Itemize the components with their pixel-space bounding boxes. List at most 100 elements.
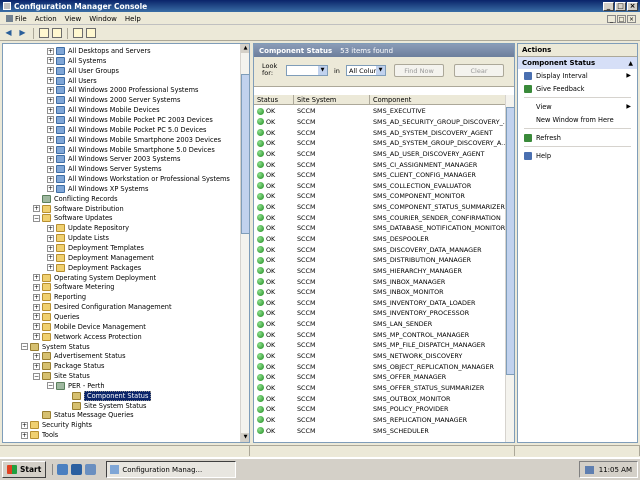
tree-scrollbar[interactable]: ▲ ▼ [240, 44, 249, 442]
action-item[interactable]: Display Interval ▶ [518, 69, 637, 82]
expand-icon[interactable]: + [47, 47, 54, 55]
close-button[interactable]: × [627, 1, 638, 11]
expand-icon[interactable]: + [33, 303, 40, 311]
table-row[interactable]: OK SCCM SMS_INBOX_MONITOR [254, 287, 506, 298]
tree-item[interactable]: + All Windows Mobile Smartphone 2003 Devi… [47, 135, 221, 145]
expand-icon[interactable]: + [47, 96, 54, 104]
tree-item[interactable]: + Queries [33, 312, 79, 322]
table-row[interactable]: OK SCCM SMS_OFFER_MANAGER [254, 372, 506, 383]
tree-item[interactable]: + Security Rights [21, 420, 92, 430]
table-row[interactable]: OK SCCM SMS_MP_FILE_DISPATCH_MANAGER [254, 340, 506, 351]
table-row[interactable]: OK SCCM SMS_AD_SYSTEM_GROUP_DISCOVERY_A... [254, 138, 506, 149]
menu-file[interactable]: File [2, 15, 31, 23]
show-hide-tree-icon[interactable] [52, 28, 62, 38]
table-row[interactable]: OK SCCM SMS_COURIER_SENDER_CONFIRMATION [254, 212, 506, 223]
tree-item[interactable]: + Software Distribution [33, 204, 124, 214]
scroll-up-arrow-icon[interactable]: ▲ [241, 44, 249, 53]
properties-icon[interactable] [73, 28, 83, 38]
collapse-icon[interactable]: − [33, 214, 40, 222]
table-row[interactable]: OK SCCM SMS_LAN_SENDER [254, 319, 506, 330]
table-row[interactable]: OK SCCM SMS_CI_ASSIGNMENT_MANAGER [254, 159, 506, 170]
internet-explorer-icon[interactable] [71, 464, 83, 475]
table-row[interactable]: OK SCCM SMS_MP_CONTROL_MANAGER [254, 329, 506, 340]
mdi-close-button[interactable]: × [627, 14, 636, 23]
tree-item[interactable]: + All Windows Mobile Pocket PC 5.0 Device… [47, 125, 207, 135]
mdi-minimize-button[interactable]: _ [607, 14, 616, 23]
chevron-down-icon[interactable]: ▼ [376, 66, 385, 75]
expand-icon[interactable]: + [33, 313, 40, 321]
tree-scroll-thumb[interactable] [241, 74, 249, 234]
server-manager-icon[interactable] [85, 464, 97, 475]
expand-icon[interactable]: + [47, 136, 54, 144]
expand-icon[interactable]: + [47, 67, 54, 75]
collapse-icon[interactable]: − [47, 382, 54, 390]
expand-icon[interactable]: + [47, 57, 54, 65]
tree-item[interactable]: Conflicting Records [33, 194, 118, 204]
expand-icon[interactable]: + [47, 244, 54, 252]
tree-item[interactable]: + Tools [21, 430, 58, 440]
expand-icon[interactable]: + [21, 431, 28, 439]
collapse-arrow-icon[interactable]: ▲ [628, 60, 633, 67]
table-row[interactable]: OK SCCM SMS_COLLECTION_EVALUATOR [254, 180, 506, 191]
tree-item[interactable]: + All User Groups [47, 66, 119, 76]
table-row[interactable]: OK SCCM SMS_INVENTORY_DATA_LOADER [254, 298, 506, 309]
tree-item[interactable]: + All Windows XP Systems [47, 184, 148, 194]
column-header-site-system[interactable]: Site System [294, 95, 370, 104]
clear-button[interactable]: Clear [454, 64, 504, 77]
table-row[interactable]: OK SCCM SMS_DESPOOLER [254, 234, 506, 245]
table-row[interactable]: OK SCCM SMS_COMPONENT_STATUS_SUMMARIZER [254, 202, 506, 213]
tree-item[interactable]: + All Desktops and Servers [47, 46, 151, 56]
start-button[interactable]: Start [2, 461, 47, 478]
action-item[interactable]: Give Feedback [518, 82, 637, 95]
expand-icon[interactable]: + [33, 352, 40, 360]
tree-item[interactable]: + All Systems [47, 56, 106, 66]
expand-icon[interactable]: + [33, 205, 40, 213]
tree-item[interactable]: + Deployment Packages [47, 263, 141, 273]
tree-item[interactable]: + Package Status [33, 361, 104, 371]
collapse-icon[interactable]: − [33, 372, 40, 380]
tree-item[interactable]: Status Message Queries [33, 410, 134, 420]
expand-icon[interactable]: + [47, 175, 54, 183]
tree-item[interactable]: + Mobile Device Management [33, 322, 146, 332]
tree-item[interactable]: + Operating System Deployment [33, 273, 156, 283]
grid-scrollbar[interactable] [505, 95, 514, 442]
menu-window[interactable]: Window [85, 15, 121, 23]
tree-item[interactable]: − Software Updates [33, 213, 112, 223]
expand-icon[interactable]: + [47, 224, 54, 232]
action-item[interactable]: New Window from Here [518, 113, 637, 126]
action-item[interactable]: View ▶ [518, 100, 637, 113]
menu-help[interactable]: Help [121, 15, 145, 23]
table-row[interactable]: OK SCCM SMS_AD_SECURITY_GROUP_DISCOVERY_..… [254, 117, 506, 128]
mdi-restore-button[interactable]: □ [617, 14, 626, 23]
back-arrow-icon[interactable]: ◀ [3, 28, 14, 39]
find-now-button[interactable]: Find Now [394, 64, 444, 77]
tree-item[interactable]: + All Windows Mobile Smartphone 5.0 Devic… [47, 145, 215, 155]
expand-icon[interactable]: + [33, 362, 40, 370]
table-row[interactable]: OK SCCM SMS_SCHEDULER [254, 425, 506, 436]
expand-icon[interactable]: + [47, 86, 54, 94]
expand-icon[interactable]: + [47, 116, 54, 124]
column-header-component[interactable]: Component [370, 95, 506, 104]
table-row[interactable]: OK SCCM SMS_DATABASE_NOTIFICATION_MONITOR [254, 223, 506, 234]
tree-item[interactable]: + Reporting [33, 292, 86, 302]
tree-item[interactable]: + Desired Configuration Management [33, 302, 172, 312]
column-header-status[interactable]: Status [254, 95, 294, 104]
title-bar[interactable]: Configuration Manager Console _ □ × [0, 0, 640, 12]
tree-item[interactable]: + Update Repository [47, 223, 129, 233]
action-item[interactable]: Refresh [518, 131, 637, 144]
table-row[interactable]: OK SCCM SMS_OUTBOX_MONITOR [254, 393, 506, 404]
tree-item[interactable]: + All Windows 2000 Professional Systems [47, 85, 198, 95]
chevron-down-icon[interactable]: ▼ [318, 66, 327, 75]
tree-item[interactable]: + All Users [47, 76, 97, 86]
expand-icon[interactable]: + [33, 283, 40, 291]
expand-icon[interactable]: + [47, 155, 54, 163]
expand-icon[interactable]: + [47, 185, 54, 193]
expand-icon[interactable]: + [47, 264, 54, 272]
table-row[interactable]: OK SCCM SMS_EXECUTIVE [254, 106, 506, 117]
table-row[interactable]: OK SCCM SMS_OFFER_STATUS_SUMMARIZER [254, 383, 506, 394]
show-desktop-icon[interactable] [57, 464, 69, 475]
tree-item[interactable]: + Deployment Templates [47, 243, 144, 253]
tree-item[interactable]: + All Windows Mobile Devices [47, 105, 160, 115]
minimize-button[interactable]: _ [603, 1, 614, 11]
table-row[interactable]: OK SCCM SMS_OBJECT_REPLICATION_MANAGER [254, 361, 506, 372]
